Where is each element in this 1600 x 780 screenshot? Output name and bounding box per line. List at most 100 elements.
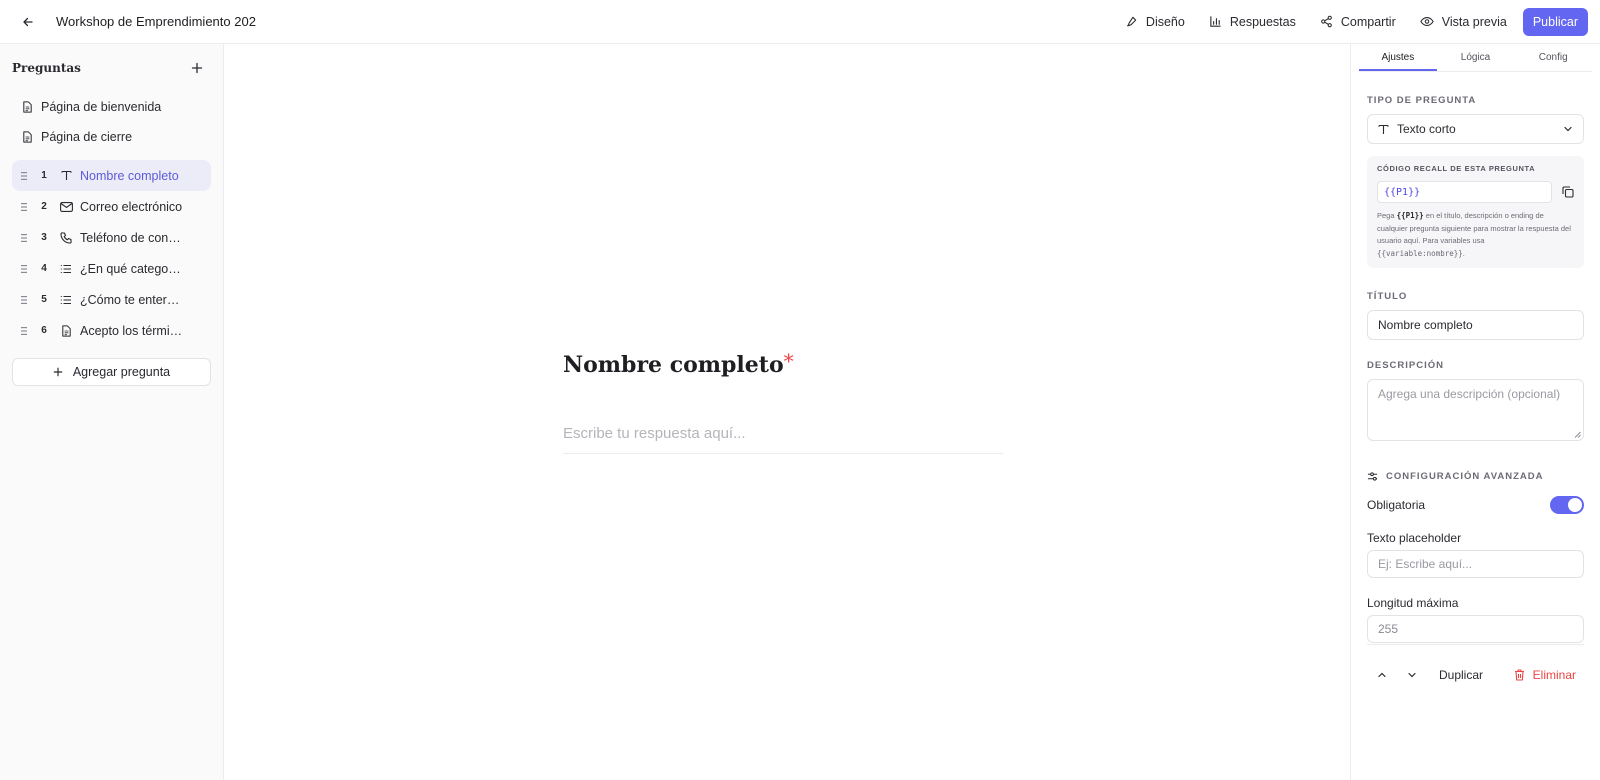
placeholder-hint: Ej: Escribe aquí... [1378, 557, 1473, 571]
question-number: 6 [41, 325, 47, 336]
sliders-icon [1367, 472, 1378, 481]
question-item-3[interactable]: 3 Teléfono de contacto [12, 222, 211, 253]
move-up-button[interactable] [1367, 661, 1397, 689]
recall-code-field[interactable]: {{P1}} [1377, 181, 1552, 203]
question-list: 1 Nombre completo 2 Correo electrónico 3… [0, 160, 223, 346]
add-question-button[interactable]: Agregar pregunta [12, 358, 211, 386]
publish-button[interactable]: Publicar [1522, 7, 1588, 36]
maxlength-input[interactable]: 255 [1367, 615, 1584, 643]
recall-help-suffix: . [1462, 248, 1465, 258]
drag-handle-icon[interactable] [12, 202, 36, 212]
required-asterisk: * [783, 349, 794, 373]
move-down-button[interactable] [1397, 661, 1427, 689]
list-icon [52, 295, 80, 305]
answer-input[interactable]: Escribe tu respuesta aquí... [563, 414, 1003, 454]
delete-button[interactable]: Eliminar [1514, 668, 1584, 682]
recall-code-box: CÓDIGO RECALL DE ESTA PREGUNTA {{P1}} Pe… [1367, 156, 1584, 268]
responses-button[interactable]: Respuestas [1197, 8, 1308, 36]
recall-help-code: {{P1}} [1396, 211, 1424, 220]
panel-footer: Duplicar Eliminar [1367, 644, 1584, 689]
recall-help-var: {{variable:nombre}} [1377, 248, 1463, 258]
question-item-2[interactable]: 2 Correo electrónico [12, 191, 211, 222]
closing-page-item[interactable]: Página de cierre [0, 122, 223, 152]
design-button[interactable]: Diseño [1113, 8, 1197, 36]
question-item-6[interactable]: 6 Acepto los términos y condiciones [12, 315, 211, 346]
recall-code-label: CÓDIGO RECALL DE ESTA PREGUNTA [1377, 164, 1536, 173]
question-type-select[interactable]: Texto corto [1367, 114, 1584, 144]
sidebar-header: Preguntas [0, 44, 223, 92]
recall-help-text: Pega {{P1}} en el título, descripción o … [1377, 210, 1574, 260]
welcome-page-label: Página de bienvenida [41, 100, 162, 114]
arrow-left-icon [23, 17, 33, 26]
share-label: Compartir [1340, 14, 1396, 29]
copy-icon[interactable] [1562, 186, 1574, 198]
brush-icon [1126, 16, 1137, 27]
answer-placeholder: Escribe tu respuesta aquí... [563, 425, 746, 442]
placeholder-input[interactable]: Ej: Escribe aquí... [1367, 550, 1584, 578]
question-label: ¿En qué categoría se encuentra tu empren… [80, 261, 184, 276]
welcome-page-item[interactable]: Página de bienvenida [0, 92, 223, 122]
drag-handle-icon[interactable] [12, 295, 36, 305]
tab-ajustes[interactable]: Ajustes [1359, 44, 1437, 71]
text-type-icon [52, 170, 80, 181]
add-question-label: Agregar pregunta [72, 365, 171, 379]
question-item-4[interactable]: 4 ¿En qué categoría se encuentra tu empr… [12, 253, 211, 284]
tab-config[interactable]: Config [1514, 44, 1592, 71]
preview-label: Vista previa [1441, 14, 1507, 29]
closing-page-label: Página de cierre [41, 130, 133, 144]
responses-label: Respuestas [1229, 14, 1296, 29]
question-label: Teléfono de contacto [80, 230, 184, 245]
document-icon [52, 324, 80, 337]
question-number: 4 [41, 263, 47, 274]
questions-sidebar: Preguntas Página de bienvenida Página de… [0, 44, 224, 780]
settings-tabs: Ajustes Lógica Config [1359, 44, 1592, 72]
drag-handle-icon[interactable] [12, 264, 36, 274]
trash-icon [1514, 669, 1524, 681]
form-canvas: Nombre completo* Escribe tu respuesta aq… [225, 44, 1349, 780]
mail-icon [52, 201, 80, 212]
top-bar: Workshop de Emprendimiento 202 Diseño Re… [0, 0, 1600, 44]
description-label: Descripción [1367, 360, 1444, 371]
required-row: Obligatoria [1367, 496, 1584, 514]
share-button[interactable]: Compartir [1308, 8, 1408, 36]
title-input-value: Nombre completo [1378, 318, 1473, 332]
required-toggle[interactable] [1550, 496, 1584, 514]
advanced-settings-header: Configuración avanzada [1367, 471, 1584, 482]
text-type-icon [1378, 124, 1389, 134]
title-label: Título [1367, 291, 1408, 302]
description-textarea[interactable]: Agrega una descripción (opcional) [1367, 379, 1584, 441]
recall-code-value: {{P1}} [1384, 186, 1421, 198]
question-title[interactable]: Nombre completo* [563, 349, 794, 378]
recall-code-row: {{P1}} [1377, 181, 1574, 203]
question-number: 1 [41, 170, 47, 181]
sidebar-title: Preguntas [12, 61, 81, 75]
chevron-up-icon [1378, 672, 1386, 678]
title-input[interactable]: Nombre completo [1367, 310, 1584, 340]
maxlength-value: 255 [1378, 622, 1399, 636]
bar-chart-icon [1210, 16, 1221, 27]
recall-help-prefix: Pega [1377, 211, 1397, 220]
duplicate-button[interactable]: Duplicar [1439, 661, 1483, 689]
preview-button[interactable]: Vista previa [1408, 8, 1519, 36]
back-button[interactable] [0, 0, 56, 44]
plus-icon [53, 367, 63, 377]
question-number: 2 [41, 201, 47, 212]
chevron-down-icon [1564, 126, 1572, 132]
drag-handle-icon[interactable] [12, 171, 36, 181]
question-title-text: Nombre completo [563, 352, 784, 378]
question-number: 5 [41, 294, 47, 305]
question-item-1[interactable]: 1 Nombre completo [12, 160, 211, 191]
question-type-value: Texto corto [1397, 122, 1456, 136]
drag-handle-icon[interactable] [12, 326, 36, 336]
maxlength-label: Longitud máxima [1367, 596, 1459, 610]
tab-logica[interactable]: Lógica [1437, 44, 1515, 71]
plus-icon[interactable] [191, 62, 203, 74]
eye-icon [1420, 17, 1434, 26]
list-icon [52, 264, 80, 274]
form-title[interactable]: Workshop de Emprendimiento 202 [56, 14, 256, 29]
question-label: ¿Cómo te enteraste del workshop? [80, 292, 184, 307]
resize-handle-icon[interactable] [1574, 431, 1581, 438]
question-item-5[interactable]: 5 ¿Cómo te enteraste del workshop? [12, 284, 211, 315]
drag-handle-icon[interactable] [12, 233, 36, 243]
top-actions: Diseño Respuestas Compartir Vista previa… [1113, 7, 1600, 36]
